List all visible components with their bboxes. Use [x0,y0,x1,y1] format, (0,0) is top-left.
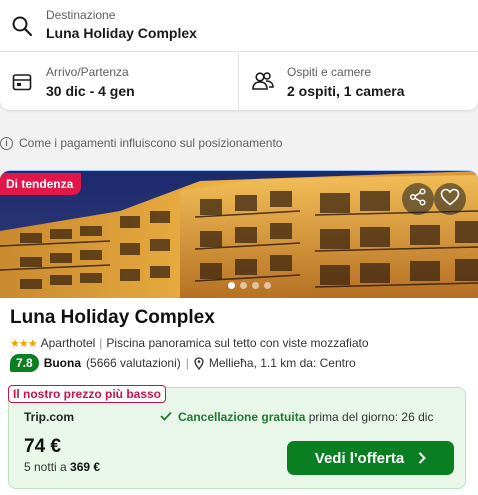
rating-separator: | [185,356,189,370]
calendar-icon [11,72,33,92]
pager-dot[interactable] [228,282,235,289]
rating-score: 7.8 [10,354,39,372]
nightly-price: 74 € [24,436,61,457]
hotel-location: Mellieħa, 1.1 km da: Centro [208,356,356,370]
destination-label: Destinazione [46,8,116,22]
hotel-type: Aparthotel [40,336,96,350]
guests-value: 2 ospiti, 1 camera [287,83,405,99]
hotel-photo[interactable]: Di tendenza [0,171,478,298]
chevron-right-icon [418,452,427,464]
pager-dot[interactable] [252,282,259,289]
location-pin-icon [194,356,204,370]
destination-value: Luna Holiday Complex [46,25,197,41]
hotel-feature: Piscina panoramica sul tetto con viste m… [106,336,369,350]
pager-dot[interactable] [240,282,247,289]
pager-dot[interactable] [264,282,271,289]
view-deal-label: Vedi l'offerta [314,449,405,467]
guests-field[interactable]: Ospiti e camere 2 ospiti, 1 camera [239,53,478,110]
share-button[interactable] [402,183,434,215]
lowest-price-tag: Il nostro prezzo più basso [8,385,167,403]
star-rating: ★★★ [10,337,38,350]
favorite-button[interactable] [434,183,466,215]
guests-label: Ospiti e camere [287,65,372,79]
nights-label: 5 notti a [24,460,67,474]
trending-badge: Di tendenza [0,173,82,195]
ranking-info-text: Come i pagamenti influiscono sul posizio… [19,136,283,150]
ranking-info-link[interactable]: i Come i pagamenti influiscono sul posiz… [0,134,282,152]
photo-pager[interactable] [228,282,271,289]
checkmark-icon [160,410,172,424]
heart-icon [440,188,460,211]
rating-word: Buona [43,356,82,370]
hotel-name[interactable]: Luna Holiday Complex [10,307,215,329]
hotel-meta: ★★★ Aparthotel | Piscina panoramica sul … [10,335,369,351]
destination-field[interactable]: Destinazione Luna Holiday Complex [0,0,478,52]
total-price: 5 notti a 369 € [24,460,100,474]
people-icon [251,71,275,91]
rating-row: 7.8 Buona (5666 valutazioni) | Mellieħa,… [10,354,356,372]
dates-label: Arrivo/Partenza [46,65,129,79]
view-deal-button[interactable]: Vedi l'offerta [287,441,454,475]
search-card: Destinazione Luna Holiday Complex Arrivo… [0,0,478,110]
dates-field[interactable]: Arrivo/Partenza 30 dic - 4 gen [0,53,239,110]
info-icon: i [0,136,13,150]
cancel-bold: Cancellazione gratuita [178,410,306,424]
review-count: (5666 valutazioni) [86,356,181,370]
cancel-deadline: prima del giorno: 26 dic [308,410,434,424]
offer-provider: Trip.com [24,410,75,424]
hotel-card[interactable]: Di tendenza Luna Holiday Complex ★★★ Apa… [0,170,478,495]
total-amount: 369 € [70,460,101,474]
free-cancellation: Cancellazione gratuita prima del giorno:… [160,410,433,424]
search-icon [10,14,34,38]
share-icon [409,187,427,211]
meta-separator: | [99,336,103,350]
dates-value: 30 dic - 4 gen [46,83,135,99]
